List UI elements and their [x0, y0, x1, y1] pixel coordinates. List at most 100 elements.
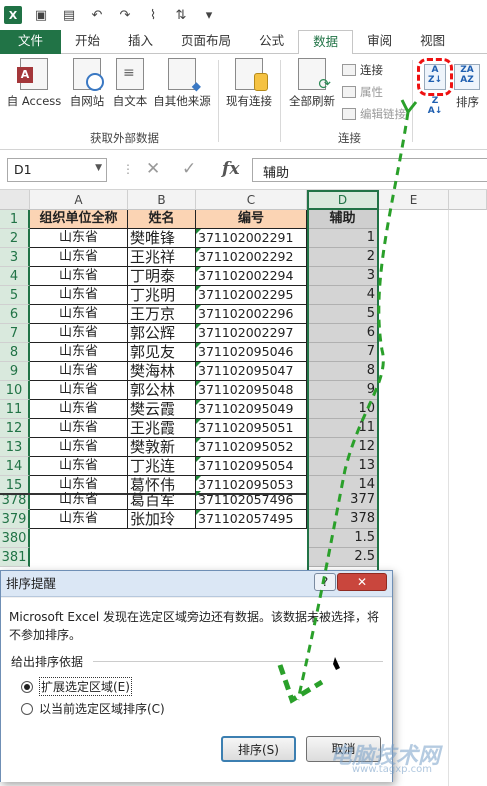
radio-dot[interactable]: [21, 702, 33, 715]
row-header[interactable]: 11: [0, 400, 30, 419]
tab-home[interactable]: 开始: [61, 30, 114, 54]
row-header[interactable]: 1: [0, 210, 30, 229]
radio-expand-selection[interactable]: 扩展选定区域(E): [21, 677, 132, 696]
cell-d[interactable]: 9: [307, 381, 379, 400]
from-other-button[interactable]: 自其他来源: [150, 58, 214, 109]
sort-button-dialog[interactable]: 排序(S): [221, 736, 296, 762]
formula-input[interactable]: 辅助: [252, 158, 487, 182]
cell-d[interactable]: 377: [307, 491, 379, 510]
name-box[interactable]: D1 ▼: [7, 158, 107, 182]
redo-icon[interactable]: ↷: [116, 6, 134, 24]
column-header-a[interactable]: A: [30, 190, 128, 210]
cell-a[interactable]: 山东省: [30, 305, 128, 324]
sort-dialog-icon[interactable]: ZA AZ: [454, 64, 480, 90]
tab-data[interactable]: 数据: [298, 30, 354, 55]
dropdown-icon[interactable]: ▾: [200, 6, 218, 24]
cell-a[interactable]: 山东省: [30, 381, 128, 400]
from-text-button[interactable]: 自文本: [110, 58, 150, 109]
cell-b[interactable]: 王万京: [128, 305, 196, 324]
row-header[interactable]: 8: [0, 343, 30, 362]
cell-d[interactable]: 6: [307, 324, 379, 343]
tab-file[interactable]: 文件: [0, 30, 62, 54]
from-web-button[interactable]: 自网站: [66, 58, 108, 109]
row-header[interactable]: 7: [0, 324, 30, 343]
cell-c[interactable]: 371102002297: [196, 324, 307, 343]
cell-a[interactable]: 山东省: [30, 229, 128, 248]
cell-c[interactable]: 371102095047: [196, 362, 307, 381]
format-painter-icon[interactable]: ⌇: [144, 6, 162, 24]
cell-a[interactable]: 山东省: [30, 248, 128, 267]
cell-c[interactable]: 371102002291: [196, 229, 307, 248]
cell-d[interactable]: 2: [307, 248, 379, 267]
tab-formulas[interactable]: 公式: [245, 30, 298, 54]
radio-current-selection[interactable]: 以当前选定区域排序(C): [21, 700, 165, 717]
cell-c[interactable]: 371102057496: [196, 491, 307, 510]
customize-icon[interactable]: ⇅: [172, 6, 190, 24]
tab-page-layout[interactable]: 页面布局: [167, 30, 245, 54]
header-cell-c[interactable]: 编号: [196, 210, 307, 229]
cell-c[interactable]: [196, 529, 307, 548]
cell-b[interactable]: 丁明泰: [128, 267, 196, 286]
help-button[interactable]: ?: [314, 573, 336, 591]
cell-b[interactable]: 丁兆明: [128, 286, 196, 305]
cell-c[interactable]: 371102095054: [196, 457, 307, 476]
cell-b[interactable]: [128, 529, 196, 548]
cell-c[interactable]: 371102095052: [196, 438, 307, 457]
tab-insert[interactable]: 插入: [114, 30, 167, 54]
row-header[interactable]: 12: [0, 419, 30, 438]
insert-function-icon[interactable]: fx: [222, 159, 239, 179]
row-header[interactable]: 14: [0, 457, 30, 476]
cell-d[interactable]: 13: [307, 457, 379, 476]
row-header[interactable]: 380: [0, 529, 30, 548]
cell-c[interactable]: 371102002292: [196, 248, 307, 267]
cell-d[interactable]: 5: [307, 305, 379, 324]
row-header[interactable]: 4: [0, 267, 30, 286]
cell-d[interactable]: 4: [307, 286, 379, 305]
cell-a[interactable]: 山东省: [30, 343, 128, 362]
existing-connections-button[interactable]: 现有连接: [222, 58, 276, 109]
cell-d[interactable]: 8: [307, 362, 379, 381]
row-header[interactable]: 10: [0, 381, 30, 400]
cell-a[interactable]: 山东省: [30, 324, 128, 343]
sort-button[interactable]: 排序: [456, 94, 479, 110]
cell-a[interactable]: 山东省: [30, 419, 128, 438]
cell-a[interactable]: 山东省: [30, 400, 128, 419]
cell-b[interactable]: 樊敦新: [128, 438, 196, 457]
column-header-e[interactable]: E: [379, 190, 449, 210]
cell-c[interactable]: 371102002296: [196, 305, 307, 324]
cell-d[interactable]: 3: [307, 267, 379, 286]
undo-icon[interactable]: ↶: [88, 6, 106, 24]
row-header[interactable]: 2: [0, 229, 30, 248]
row-header[interactable]: 379: [0, 510, 30, 529]
row-header[interactable]: 3: [0, 248, 30, 267]
column-header-b[interactable]: B: [128, 190, 196, 210]
save-as-icon[interactable]: ▤: [60, 6, 78, 24]
cell-d[interactable]: 378: [307, 510, 379, 529]
chevron-down-icon[interactable]: ▼: [95, 163, 102, 173]
cell-d[interactable]: 11: [307, 419, 379, 438]
cell-b[interactable]: 王兆霞: [128, 419, 196, 438]
row-header[interactable]: 5: [0, 286, 30, 305]
properties-button[interactable]: 属性: [342, 84, 383, 100]
column-header-f[interactable]: [449, 190, 487, 210]
cell-a[interactable]: 山东省: [30, 457, 128, 476]
cancel-icon[interactable]: ✕: [146, 159, 160, 179]
row-header[interactable]: 9: [0, 362, 30, 381]
connections-button[interactable]: 连接: [342, 62, 383, 78]
cell-a[interactable]: 山东省: [30, 510, 128, 529]
cell-d[interactable]: 1: [307, 229, 379, 248]
cell-a[interactable]: 山东省: [30, 267, 128, 286]
cell-b[interactable]: 郭公辉: [128, 324, 196, 343]
row-header[interactable]: 6: [0, 305, 30, 324]
cell-b[interactable]: 樊云霞: [128, 400, 196, 419]
cell-d[interactable]: 1.5: [307, 529, 379, 548]
cell-d[interactable]: 12: [307, 438, 379, 457]
column-header-c[interactable]: C: [196, 190, 307, 210]
cell-a[interactable]: [30, 548, 128, 567]
cell-b[interactable]: 樊海林: [128, 362, 196, 381]
cell-c[interactable]: 371102095049: [196, 400, 307, 419]
cell-d[interactable]: 10: [307, 400, 379, 419]
cell-a[interactable]: [30, 529, 128, 548]
radio-dot-checked[interactable]: [21, 680, 33, 693]
row-header[interactable]: 13: [0, 438, 30, 457]
